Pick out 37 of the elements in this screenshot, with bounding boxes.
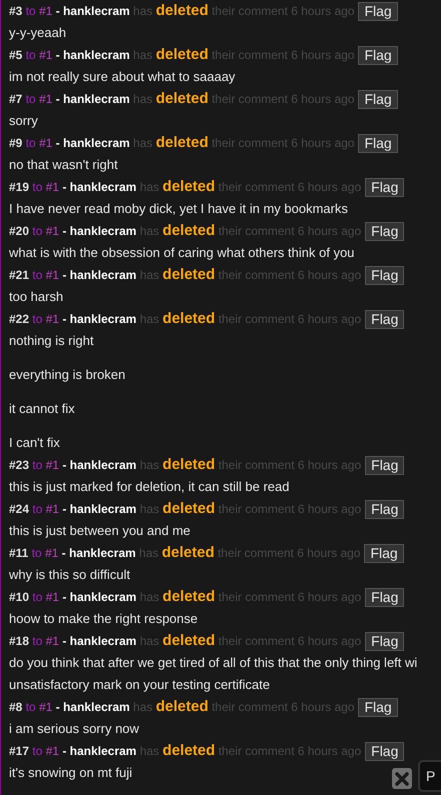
comment-text: do you think that after we get tired of all of this that the only thing left wi xyxy=(9,654,418,672)
flag-button[interactable]: Flag xyxy=(358,2,398,20)
flag-button[interactable]: Flag xyxy=(365,456,404,474)
flag-button[interactable]: Flag xyxy=(365,742,404,760)
comment-text: i am serious sorry now xyxy=(9,720,140,738)
comment-text: everything is broken xyxy=(9,366,126,384)
comment-text: im not really sure about what to saaaay xyxy=(9,68,236,86)
comment-text: y-y-yeaah xyxy=(9,24,66,42)
comment-text: why is this so difficult xyxy=(9,566,130,584)
flag-button[interactable]: Flag xyxy=(358,46,398,64)
comment-text: too harsh xyxy=(9,288,64,306)
flag-button[interactable]: Flag xyxy=(365,588,404,606)
flag-button[interactable]: Flag xyxy=(365,500,404,518)
popup-label: P xyxy=(426,766,436,786)
comment-text: this is just marked for deletion, it can still be read xyxy=(9,478,290,496)
comment-text: it cannot fix xyxy=(9,400,75,418)
flag-button[interactable]: Flag xyxy=(365,178,404,196)
flag-button[interactable]: Flag xyxy=(365,632,404,650)
comment-text: what is with the obsession of caring what others think of you xyxy=(9,244,354,262)
flag-button[interactable]: Flag xyxy=(358,698,398,716)
comment-text: hoow to make the right response xyxy=(9,610,198,628)
comment-text: unsatisfactory mark on your testing certificate xyxy=(9,676,270,694)
flag-button[interactable]: Flag xyxy=(365,222,404,240)
flag-button[interactable]: Flag xyxy=(365,266,404,284)
comment-text: this is just between you and me xyxy=(9,522,190,540)
comment-text: it's snowing on mt fuji xyxy=(9,764,132,782)
comment-text: nothing is right xyxy=(9,332,94,350)
flag-button[interactable]: Flag xyxy=(358,90,398,108)
comment-text: I have never read moby dick, yet I have it in my bookmarks xyxy=(9,200,348,218)
flag-button[interactable]: Flag xyxy=(365,310,404,328)
comment-text: I can't fix xyxy=(9,434,60,452)
comment-text: sorry xyxy=(9,112,38,130)
close-icon[interactable] xyxy=(392,768,412,789)
flag-button[interactable]: Flag xyxy=(364,544,404,562)
comment-text: no that wasn't right xyxy=(9,156,118,174)
flag-button[interactable]: Flag xyxy=(358,134,398,152)
popup-panel[interactable]: P xyxy=(418,760,441,792)
